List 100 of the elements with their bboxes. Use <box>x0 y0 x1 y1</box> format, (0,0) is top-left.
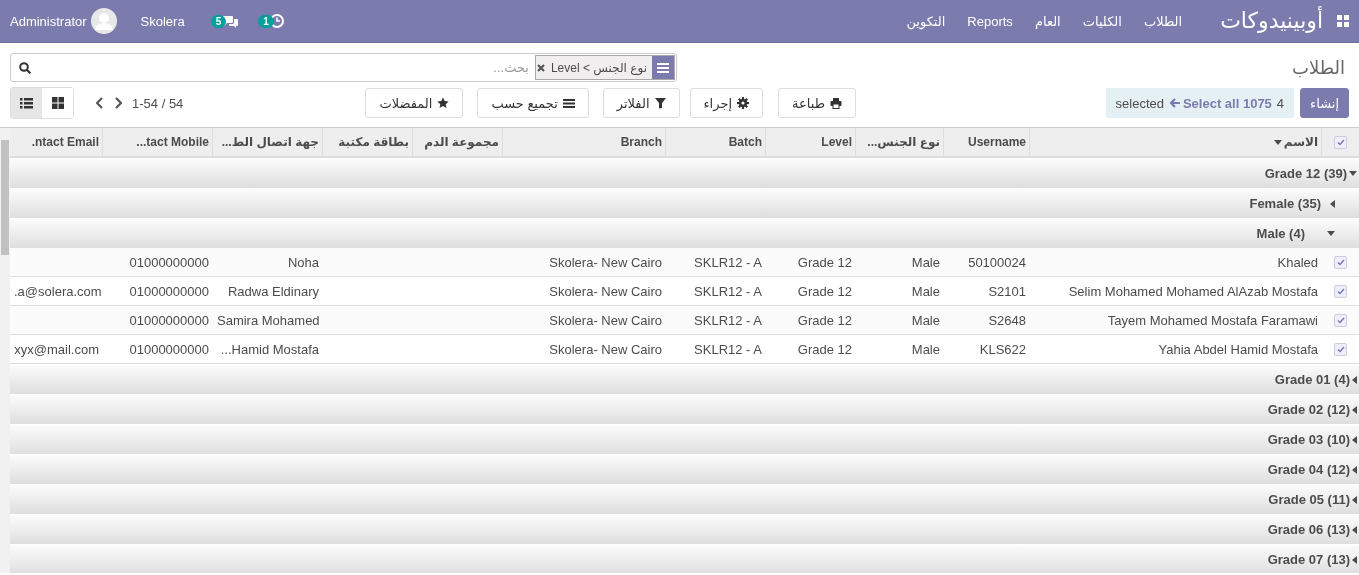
checkbox[interactable] <box>1334 135 1347 149</box>
table-cell-text: SKLR12 - A <box>693 312 763 328</box>
apps-icon[interactable] <box>1337 15 1349 27</box>
group-row[interactable]: Female (35) <box>10 188 1359 218</box>
group-row[interactable]: Grade 02 (12) <box>10 394 1359 424</box>
caret-left-icon <box>1330 199 1335 208</box>
table-cell-text: Grade 12 <box>796 312 853 328</box>
table-cell-text: SKLR12 - A <box>693 283 763 299</box>
table-cell-text: 01000000000 <box>128 283 210 299</box>
table-cell-text: ...Hamid Mostafa <box>219 341 320 357</box>
column-header[interactable]: نوع الجنس... <box>856 128 944 156</box>
printer-icon <box>830 97 842 109</box>
user-name[interactable]: Administrator <box>10 13 87 29</box>
column-header[interactable]: جهة اتصال الط... <box>213 128 323 156</box>
table-cell-text: Samira Mohamed <box>216 312 321 328</box>
group-row[interactable]: Grade 06 (13) <box>10 514 1359 544</box>
group-label: Grade 01 (4) <box>1274 372 1350 387</box>
search-icon <box>19 61 31 74</box>
bars-icon <box>562 97 575 109</box>
column-header[interactable]: Username <box>944 128 1030 156</box>
table-cell-text: Male <box>910 312 941 328</box>
menu-item[interactable]: الكليات <box>1082 13 1122 29</box>
list-icon <box>20 97 33 109</box>
action-button[interactable]: إجراء <box>689 88 764 118</box>
group-row[interactable]: Grade 05 (11) <box>10 484 1359 514</box>
table-cell-text: S2101 <box>987 283 1027 299</box>
table-cell-text: SKLR12 - A <box>693 341 763 357</box>
group-row[interactable]: Grade 03 (10) <box>10 424 1359 454</box>
column-header[interactable]: Batch <box>666 128 766 156</box>
group-row[interactable]: Grade 12 (39) <box>10 158 1359 188</box>
search-field[interactable]: نوع الجنس > Level بحث... <box>10 53 677 82</box>
column-header[interactable]: مجموعة الدم <box>413 128 503 156</box>
clock-icon[interactable] <box>269 14 284 28</box>
column-header[interactable]: الاسم <box>1030 128 1322 156</box>
filter-button[interactable]: الفلاتر <box>602 88 680 118</box>
group-button[interactable]: تجميع حسب <box>477 88 589 118</box>
table-cell-text: Male <box>910 254 941 270</box>
check-icon <box>1336 345 1345 353</box>
table-cell-text: Grade 12 <box>796 283 853 299</box>
print-button[interactable]: طباعة <box>778 88 856 118</box>
table-cell-text: Grade 12 <box>796 341 853 357</box>
group-row[interactable]: Grade 01 (4) <box>10 364 1359 394</box>
activity-count-badge: 1 <box>258 14 274 28</box>
group-label: Male (4) <box>1256 226 1305 241</box>
table-cell-text: SKLR12 - A <box>693 254 763 270</box>
check-icon <box>1336 258 1345 266</box>
checkbox[interactable] <box>1334 313 1347 327</box>
caret-down-icon <box>1327 231 1335 236</box>
table-cell-text: Noha <box>286 254 320 270</box>
caret-left-icon <box>1352 375 1357 384</box>
table-cell-text: 50100024 <box>967 254 1027 270</box>
scrollbar[interactable] <box>0 128 10 573</box>
group-row[interactable]: Grade 07 (13) <box>10 544 1359 573</box>
favorite-button[interactable]: المفضلات <box>365 88 464 118</box>
group-row[interactable]: Grade 04 (12) <box>10 454 1359 484</box>
selected-count: 4 <box>1276 95 1285 111</box>
table-cell-text: Skolera- New Cairo <box>548 341 663 357</box>
grid-icon <box>51 97 64 109</box>
menu-item[interactable]: Reports <box>967 13 1013 29</box>
selected-label: selected <box>1115 95 1164 111</box>
pager-value[interactable]: 54 / 1-54 <box>132 95 184 111</box>
menu-item[interactable]: الطلاب <box>1143 13 1183 29</box>
column-header[interactable]: .ntact Email <box>10 128 103 156</box>
caret-left-icon <box>1352 435 1357 444</box>
create-button[interactable]: إنشاء <box>1300 88 1349 118</box>
filter-icon <box>654 97 666 109</box>
group-label: Grade 03 (10) <box>1267 432 1350 447</box>
search-facet[interactable]: نوع الجنس > Level <box>534 55 675 80</box>
checkbox[interactable] <box>1334 255 1347 269</box>
caret-left-icon <box>1352 465 1357 474</box>
column-header[interactable]: ...tact Mobile <box>103 128 213 156</box>
sort-caret-icon <box>1273 139 1282 145</box>
check-icon <box>1336 138 1345 146</box>
table-cell-text: Skolera- New Cairo <box>548 254 663 270</box>
column-header[interactable]: Branch <box>503 128 666 156</box>
table-cell-text: Selim Mohamed Mohamed AlAzab Mostafa <box>1067 283 1319 299</box>
list-view-button[interactable] <box>11 88 42 118</box>
column-header[interactable]: Level <box>766 128 856 156</box>
previous-icon[interactable] <box>96 97 104 109</box>
table-cell-text: Yahia Abdel Hamid Mostafa <box>1157 341 1319 357</box>
table-cell-text: Male <box>910 283 941 299</box>
checkbox[interactable] <box>1334 342 1347 356</box>
table-cell-text: Tayem Mohamed Mostafa Faramawi <box>1106 312 1319 328</box>
group-label: Grade 04 (12) <box>1267 462 1350 477</box>
group-label: Female (35) <box>1249 196 1321 211</box>
avatar-icon[interactable] <box>90 8 117 34</box>
next-icon[interactable] <box>114 97 122 109</box>
company-name[interactable]: Skolera <box>140 13 185 29</box>
table-cell-text: 01000000000 <box>128 312 210 328</box>
menu-item[interactable]: التكوين <box>906 13 946 29</box>
breadcrumb: الطلاب <box>1291 56 1346 79</box>
close-icon[interactable] <box>535 62 546 73</box>
menu-item[interactable]: العام <box>1034 13 1061 29</box>
gear-icon <box>737 97 750 109</box>
table-cell-text: xyx@mail.com <box>13 341 100 357</box>
column-header[interactable]: بطاقة مكتبة <box>323 128 413 156</box>
checkbox[interactable] <box>1334 284 1347 298</box>
table-cell-text: .a@solera.com <box>13 283 103 299</box>
group-row[interactable]: Male (4) <box>10 218 1359 248</box>
caret-left-icon <box>1352 495 1357 504</box>
